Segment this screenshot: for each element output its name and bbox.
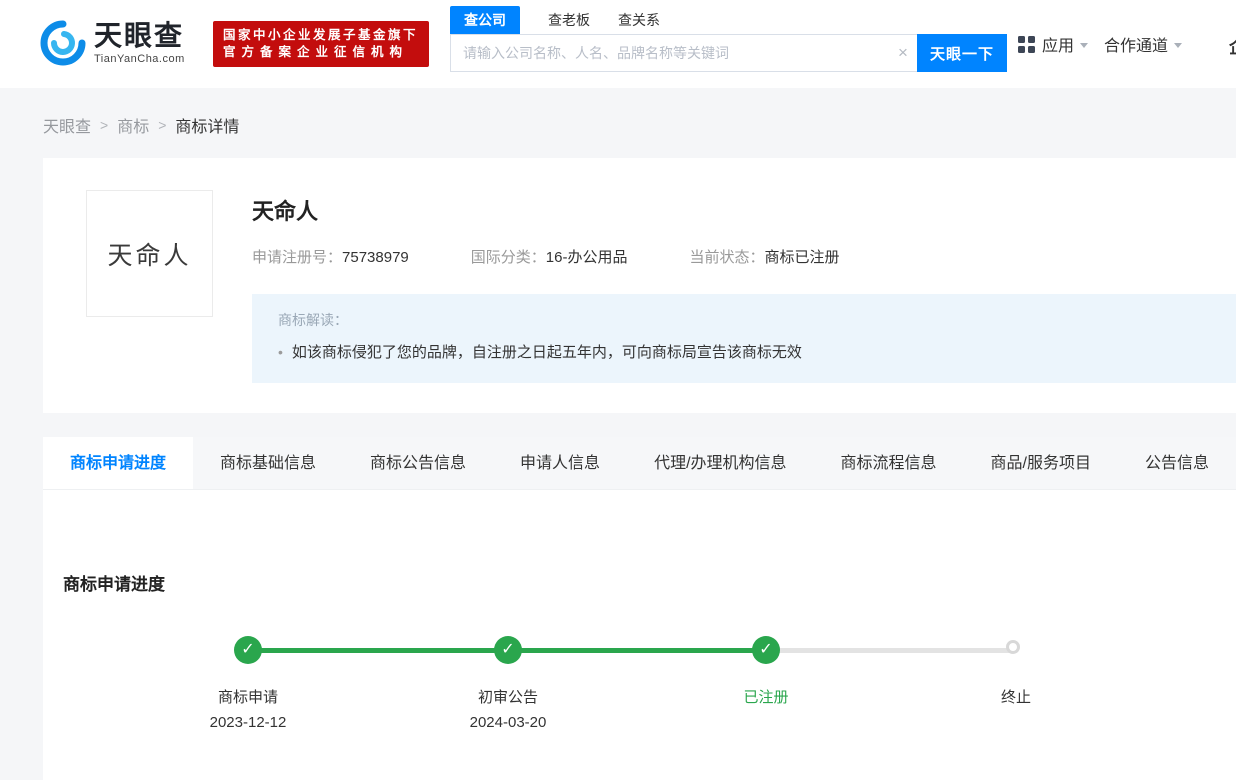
- badge-line2: 官方备案企业征信机构: [223, 45, 409, 59]
- brand-name: 天眼查: [94, 20, 185, 51]
- step-circle-done: ✓: [752, 636, 780, 664]
- apps-grid-icon: [1018, 35, 1035, 53]
- tab-basic-info[interactable]: 商标基础信息: [193, 437, 343, 489]
- trademark-image: 天命人: [86, 190, 213, 317]
- breadcrumb: 天眼查 > 商标 > 商标详情: [43, 113, 239, 137]
- breadcrumb-trademark[interactable]: 商标: [117, 113, 149, 137]
- tab-agency-info[interactable]: 代理/办理机构信息: [627, 437, 813, 489]
- tab-application-progress[interactable]: 商标申请进度: [43, 437, 194, 489]
- header: 天眼查 TianYanCha.com 国家中小企业发展子基金旗下 官方备案企业征…: [0, 0, 1236, 88]
- tab-process-info[interactable]: 商标流程信息: [814, 437, 964, 489]
- nav-apps[interactable]: 应用: [1018, 0, 1089, 88]
- search-tabs: 查公司 查老板 查关系: [450, 6, 660, 34]
- nav-item-clipped[interactable]: 企: [1229, 33, 1236, 58]
- step-label: 终止: [1000, 689, 1031, 706]
- nav-partner-channel[interactable]: 合作通道: [1104, 0, 1183, 88]
- tab-goods-services[interactable]: 商品/服务项目: [964, 437, 1118, 489]
- field-label: 国际分类：: [470, 249, 546, 266]
- chevron-down-icon: [1174, 42, 1183, 48]
- step-label: 初审公告: [477, 689, 538, 706]
- check-icon: ✓: [501, 641, 515, 658]
- chevron-down-icon: [1080, 42, 1089, 48]
- logo-text: 天眼查 TianYanCha.com: [94, 20, 185, 66]
- tianyancha-logo-icon: [40, 20, 86, 66]
- search-tab-relation[interactable]: 查关系: [618, 6, 660, 34]
- nav-partner-label: 合作通道: [1104, 38, 1169, 55]
- timeline-line-pending: [766, 648, 1016, 653]
- step-date: 2024-03-20: [469, 714, 547, 731]
- insight-box: 商标解读： • 如该商标侵犯了您的品牌，自注册之日起五年内，可向商标局宣告该商标…: [252, 294, 1236, 383]
- field-intl-class: 国际分类：16-办公用品: [471, 246, 628, 267]
- step-label: 商标申请: [217, 689, 278, 706]
- search-button[interactable]: 天眼一下: [917, 34, 1007, 72]
- field-value: 商标已注册: [764, 249, 840, 266]
- tab-announcement-info[interactable]: 商标公告信息: [343, 437, 493, 489]
- trademark-fields: 申请注册号：75738979 国际分类：16-办公用品 当前状态：商标已注册: [252, 246, 840, 267]
- certification-badge: 国家中小企业发展子基金旗下 官方备案企业征信机构: [213, 21, 429, 67]
- progress-timeline: ✓ ✓ ✓ 商标申请 初审公告 已注册 终止 2023-12-12 2024-0…: [43, 490, 1236, 780]
- trademark-summary-card: 天命人 天命人 申请注册号：75738979 国际分类：16-办公用品 当前状态…: [43, 158, 1236, 413]
- bullet-icon: •: [278, 344, 283, 360]
- trademark-name: 天命人: [252, 199, 319, 224]
- check-icon: ✓: [241, 641, 255, 658]
- check-icon: ✓: [759, 641, 773, 658]
- search-tab-boss[interactable]: 查老板: [548, 6, 590, 34]
- tab-applicant-info[interactable]: 申请人信息: [493, 437, 627, 489]
- nav-apps-label: 应用: [1042, 38, 1075, 55]
- field-status: 当前状态：商标已注册: [689, 246, 839, 267]
- progress-section: 商标申请进度 ✓ ✓ ✓ 商标申请 初审公告 已注册 终止 2023-12-12…: [43, 490, 1236, 780]
- step-circle-pending: [1006, 640, 1020, 654]
- search-input[interactable]: [451, 45, 889, 61]
- breadcrumb-current: 商标详情: [175, 119, 240, 136]
- step-circle-done: ✓: [234, 636, 262, 664]
- search-tab-company[interactable]: 查公司: [450, 6, 520, 34]
- breadcrumb-separator: >: [158, 117, 167, 133]
- insight-title: 商标解读：: [278, 312, 348, 328]
- insight-text: 如该商标侵犯了您的品牌，自注册之日起五年内，可向商标局宣告该商标无效: [291, 344, 802, 361]
- field-value: 75738979: [342, 249, 409, 266]
- field-label: 当前状态：: [689, 249, 765, 266]
- breadcrumb-home[interactable]: 天眼查: [43, 113, 91, 137]
- detail-tabs: 商标申请进度 商标基础信息 商标公告信息 申请人信息 代理/办理机构信息 商标流…: [43, 437, 1236, 490]
- badge-line1: 国家中小企业发展子基金旗下: [223, 28, 419, 42]
- step-circle-done: ✓: [494, 636, 522, 664]
- insight-line: • 如该商标侵犯了您的品牌，自注册之日起五年内，可向商标局宣告该商标无效: [278, 341, 1210, 362]
- clear-icon[interactable]: ×: [889, 43, 917, 63]
- tianyancha-logo[interactable]: 天眼查 TianYanCha.com: [40, 20, 185, 66]
- search-box: ×: [450, 34, 917, 72]
- step-date: 2023-12-12: [209, 714, 287, 731]
- tab-gazette-info[interactable]: 公告信息: [1118, 437, 1236, 489]
- brand-domain: TianYanCha.com: [94, 53, 185, 65]
- breadcrumb-separator: >: [100, 117, 109, 133]
- trademark-image-text: 天命人: [107, 240, 192, 270]
- field-reg-number: 申请注册号：75738979: [252, 246, 409, 267]
- step-label: 已注册: [743, 689, 789, 706]
- field-value: 16-办公用品: [545, 249, 628, 266]
- field-label: 申请注册号：: [252, 249, 343, 266]
